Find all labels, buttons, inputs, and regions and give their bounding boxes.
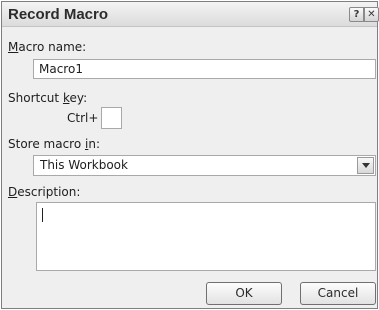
help-icon[interactable]: ? <box>349 7 364 22</box>
close-icon[interactable]: ✕ <box>364 7 379 22</box>
macro-name-access-key: M <box>8 40 19 54</box>
record-macro-dialog: Record Macro ? ✕ Macro name: Macro1 Shor… <box>1 1 379 309</box>
chevron-down-icon[interactable] <box>357 157 374 174</box>
ctrl-label: Ctrl+ <box>67 111 99 125</box>
description-textarea[interactable] <box>36 202 376 271</box>
dialog-title: Record Macro <box>8 6 109 23</box>
macro-name-input[interactable]: Macro1 <box>33 59 376 79</box>
description-access-key: D <box>8 185 18 199</box>
title-bar: Record Macro ? ✕ <box>2 2 379 27</box>
shortcut-key-label: Shortcut key: <box>8 91 88 105</box>
description-label: Description: <box>8 185 81 199</box>
store-macro-select[interactable]: This Workbook <box>33 155 376 176</box>
cancel-button[interactable]: Cancel <box>300 282 376 305</box>
ok-button[interactable]: OK <box>206 282 282 305</box>
macro-name-label: Macro name: <box>8 40 87 54</box>
store-macro-label: Store macro in: <box>8 137 100 151</box>
store-macro-selected-value: This Workbook <box>40 158 128 172</box>
shortcut-key-input[interactable] <box>101 107 122 129</box>
text-caret <box>42 208 43 222</box>
